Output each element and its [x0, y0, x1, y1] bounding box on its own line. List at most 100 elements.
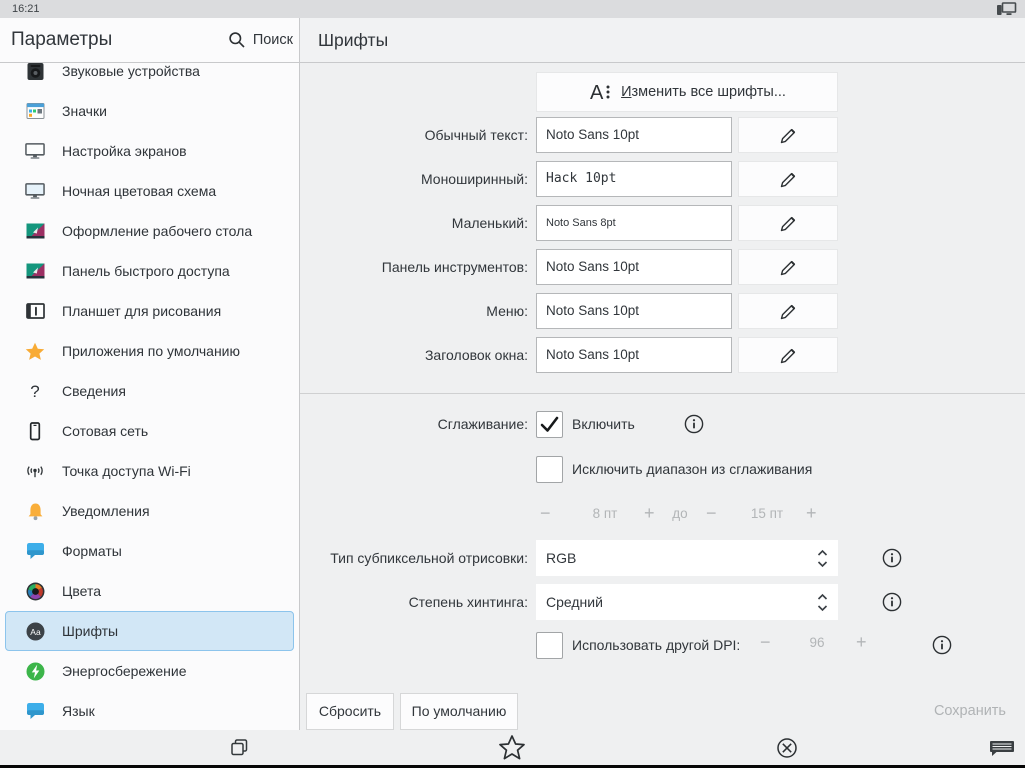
exclude-range-checkbox[interactable]: [536, 456, 563, 483]
hinting-combobox[interactable]: Средний: [536, 584, 838, 620]
range-to-decrease-button[interactable]: −: [706, 503, 717, 524]
font-value-field[interactable]: Noto Sans 8pt: [536, 205, 732, 241]
change-all-fonts-button[interactable]: A Изменить все шрифты...: [536, 72, 838, 112]
sidebar-item-colors[interactable]: Цвета: [5, 571, 294, 611]
sidebar-item-sound-devices[interactable]: Звуковые устройства: [5, 63, 294, 91]
sidebar-list: Звуковые устройства Значки Настройка экран…: [0, 63, 299, 730]
cellular-icon: [25, 421, 45, 441]
top-status-bar: 16:21: [0, 0, 1025, 18]
notifications-icon: [25, 501, 45, 521]
defaults-button[interactable]: По умолчанию: [400, 693, 518, 730]
reset-button[interactable]: Сбросить: [306, 693, 394, 730]
sidebar-item-display-setup[interactable]: Настройка экранов: [5, 131, 294, 171]
font-row: Моноширинный:Hack 10pt: [300, 161, 1025, 197]
sidebar-item-label: Планшет для рисования: [62, 303, 221, 319]
dpi-value[interactable]: 96: [787, 635, 847, 650]
pencil-icon: [777, 168, 800, 191]
app-title: Параметры: [11, 18, 112, 62]
sidebar-item-wifi-hotspot[interactable]: Точка доступа Wi-Fi: [5, 451, 294, 491]
svg-text:A: A: [590, 82, 604, 104]
star-icon[interactable]: [498, 730, 526, 765]
edit-font-button[interactable]: [738, 117, 838, 153]
search-icon: [228, 31, 246, 49]
colors-icon: [25, 581, 45, 601]
sidebar-item-label: Значки: [62, 103, 107, 119]
antialiasing-label: Сглаживание:: [300, 411, 528, 438]
svg-text:?: ?: [30, 382, 39, 401]
edit-font-button[interactable]: [738, 249, 838, 285]
edit-font-button[interactable]: [738, 293, 838, 329]
subpixel-info-icon[interactable]: [882, 548, 902, 568]
antialiasing-enable-label: Включить: [572, 411, 635, 438]
drawing-tablet-icon: [25, 301, 45, 321]
chevron-up-down-icon: [816, 548, 829, 569]
subpixel-label: Тип субпиксельной отрисовки:: [300, 540, 528, 576]
sidebar-item-label: Настройка экранов: [62, 143, 187, 159]
chevron-up-down-icon: [816, 592, 829, 613]
font-value-field[interactable]: Noto Sans 10pt: [536, 337, 732, 373]
close-circle-icon[interactable]: [776, 730, 798, 765]
font-row: Меню:Noto Sans 10pt: [300, 293, 1025, 329]
sidebar-item-fonts[interactable]: AaШрифты: [5, 611, 294, 651]
font-value-field[interactable]: Noto Sans 10pt: [536, 293, 732, 329]
sidebar-item-cellular[interactable]: Сотовая сеть: [5, 411, 294, 451]
sidebar-item-power[interactable]: Энергосбережение: [5, 651, 294, 691]
font-row-label: Маленький:: [300, 205, 528, 241]
sidebar-item-default-apps[interactable]: Приложения по умолчанию: [5, 331, 294, 371]
sidebar-item-label: Точка доступа Wi-Fi: [62, 463, 191, 479]
display-setup-icon: [25, 141, 45, 161]
font-value-field[interactable]: Hack 10pt: [536, 161, 732, 197]
subpixel-combobox[interactable]: RGB: [536, 540, 838, 576]
edit-font-button[interactable]: [738, 205, 838, 241]
sidebar-item-label: Сведения: [62, 383, 126, 399]
sidebar-item-label: Ночная цветовая схема: [62, 183, 216, 199]
font-row: Заголовок окна:Noto Sans 10pt: [300, 337, 1025, 373]
about-icon: ?: [25, 381, 45, 401]
phone-monitor-icon[interactable]: [996, 2, 1017, 17]
sidebar-item-desktop-theme[interactable]: Оформление рабочего стола: [5, 211, 294, 251]
settings-window: 16:21 Параметры Поиск Шрифты Звуковые ус…: [0, 0, 1025, 768]
sidebar-item-drawing-tablet[interactable]: Планшет для рисования: [5, 291, 294, 331]
dpi-increase-button[interactable]: +: [856, 632, 867, 653]
night-color-icon: [25, 181, 45, 201]
sidebar-item-label: Панель быстрого доступа: [62, 263, 230, 279]
sidebar-item-formats[interactable]: Форматы: [5, 531, 294, 571]
sidebar-item-language[interactable]: Язык: [5, 691, 294, 730]
sidebar-item-about[interactable]: ? Сведения: [5, 371, 294, 411]
power-icon: [25, 661, 45, 681]
sidebar-item-notifications[interactable]: Уведомления: [5, 491, 294, 531]
search-label: Поиск: [253, 32, 293, 48]
search-control[interactable]: Поиск: [228, 18, 293, 62]
font-value-field[interactable]: Noto Sans 10pt: [536, 117, 732, 153]
keyboard-icon[interactable]: [988, 730, 1015, 765]
change-all-fonts-label: Изменить все шрифты...: [621, 84, 786, 100]
font-row-label: Моноширинный:: [300, 161, 528, 197]
edit-font-button[interactable]: [738, 337, 838, 373]
dpi-info-icon[interactable]: [932, 635, 952, 655]
font-row-label: Меню:: [300, 293, 528, 329]
range-from-increase-button[interactable]: +: [644, 503, 655, 524]
save-button[interactable]: Сохранить: [860, 693, 1006, 730]
pencil-icon: [777, 344, 800, 367]
pencil-icon: [777, 212, 800, 235]
section-divider: [300, 393, 1025, 394]
sidebar-item-icons[interactable]: Значки: [5, 91, 294, 131]
antialiasing-info-icon[interactable]: [684, 414, 704, 434]
range-to-value[interactable]: 15 пт: [734, 506, 800, 521]
force-dpi-checkbox[interactable]: [536, 632, 563, 659]
antialiasing-checkbox[interactable]: [536, 411, 563, 438]
sidebar-item-night-color[interactable]: Ночная цветовая схема: [5, 171, 294, 211]
range-to-increase-button[interactable]: +: [806, 503, 817, 524]
sidebar-item-quick-panel[interactable]: Панель быстрого доступа: [5, 251, 294, 291]
range-from-decrease-button[interactable]: −: [540, 503, 551, 524]
svg-text:Aa: Aa: [30, 626, 41, 636]
windows-icon[interactable]: [226, 730, 252, 765]
hinting-info-icon[interactable]: [882, 592, 902, 612]
font-row: Панель инструментов:Noto Sans 10pt: [300, 249, 1025, 285]
edit-font-button[interactable]: [738, 161, 838, 197]
range-from-value[interactable]: 8 пт: [572, 506, 638, 521]
dpi-decrease-button[interactable]: −: [760, 632, 771, 653]
font-value-field[interactable]: Noto Sans 10pt: [536, 249, 732, 285]
sidebar-item-label: Форматы: [62, 543, 122, 559]
range-separator-label: до: [666, 506, 694, 521]
